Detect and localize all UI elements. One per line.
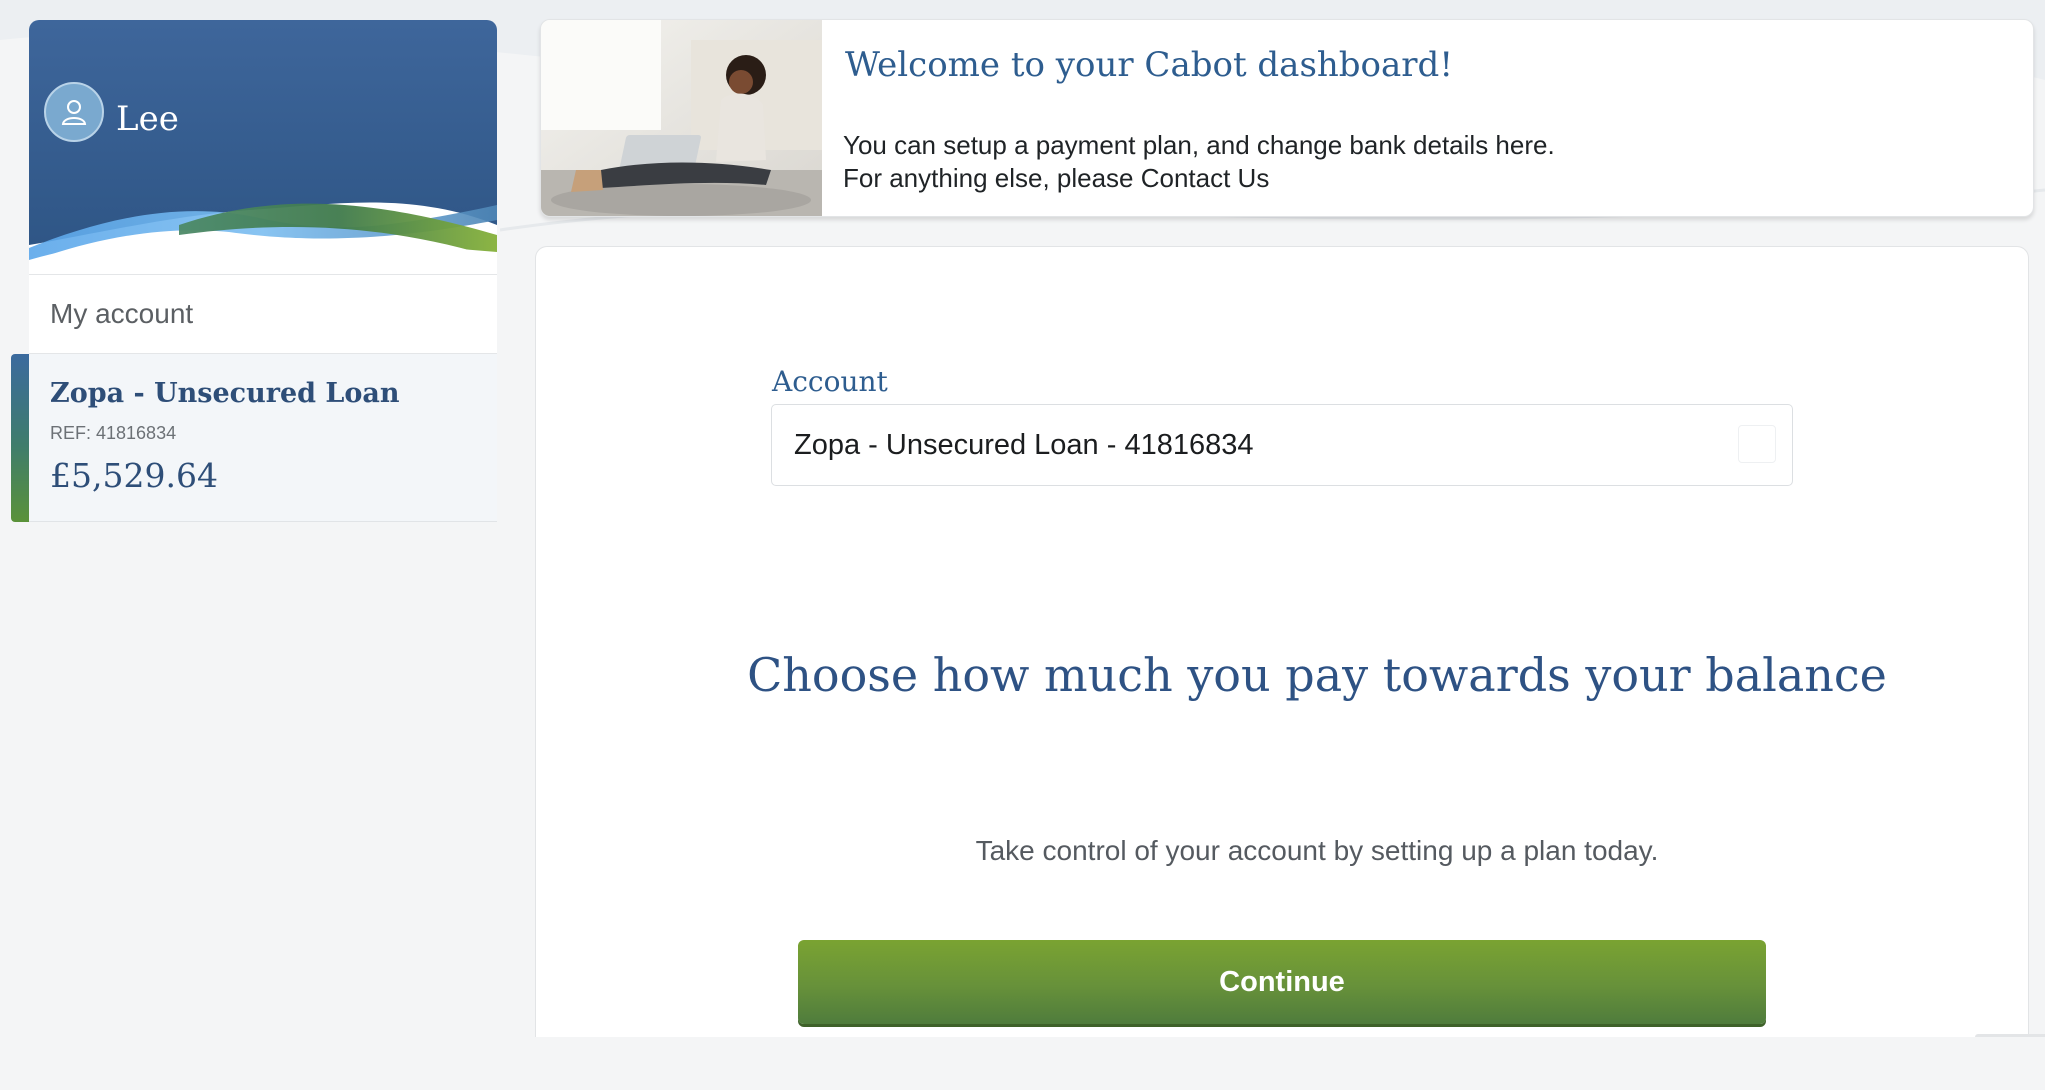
plan-heading: Choose how much you pay towards your bal… [747, 648, 1887, 702]
account-select-value: Zopa - Unsecured Loan - 41816834 [794, 428, 1254, 461]
account-select[interactable]: Zopa - Unsecured Loan - 41816834 [771, 404, 1793, 486]
profile-card: Lee [29, 20, 497, 274]
user-name: Lee [116, 99, 179, 139]
page-bottom-strip [0, 1037, 2045, 1090]
account-item-ref: REF: 41816834 [50, 423, 177, 443]
sidebar: Lee My account Zopa - Unsecured Loan REF… [11, 20, 497, 522]
continue-button[interactable]: Continue [798, 940, 1766, 1024]
account-item-accent [11, 354, 29, 522]
user-icon [61, 100, 87, 125]
welcome-text-line-1: You can setup a payment plan, and change… [843, 130, 1555, 160]
welcome-text-line-2: For anything else, please Contact Us [843, 163, 1270, 193]
select-box-icon [1738, 425, 1776, 463]
account-item-title: Zopa - Unsecured Loan [50, 378, 400, 409]
welcome-banner: Welcome to your Cabot dashboard! You can… [540, 19, 2034, 217]
dashboard-page: Lee My account Zopa - Unsecured Loan REF… [0, 0, 2045, 1090]
corner-tab [1975, 1034, 2045, 1037]
avatar [44, 82, 104, 142]
welcome-photo [541, 20, 822, 216]
account-list-item[interactable]: Zopa - Unsecured Loan REF: 41816834 £5,5… [11, 354, 497, 522]
account-item-balance: £5,529.64 [50, 456, 218, 495]
plan-subtext: Take control of your account by setting … [975, 835, 1659, 866]
welcome-title: Welcome to your Cabot dashboard! [845, 45, 1453, 85]
my-account-link[interactable]: My account [29, 274, 497, 354]
account-label: Account [772, 365, 888, 398]
payment-plan-card: Account Zopa - Unsecured Loan - 41816834… [535, 246, 2029, 1037]
profile-header-wave [29, 20, 497, 274]
